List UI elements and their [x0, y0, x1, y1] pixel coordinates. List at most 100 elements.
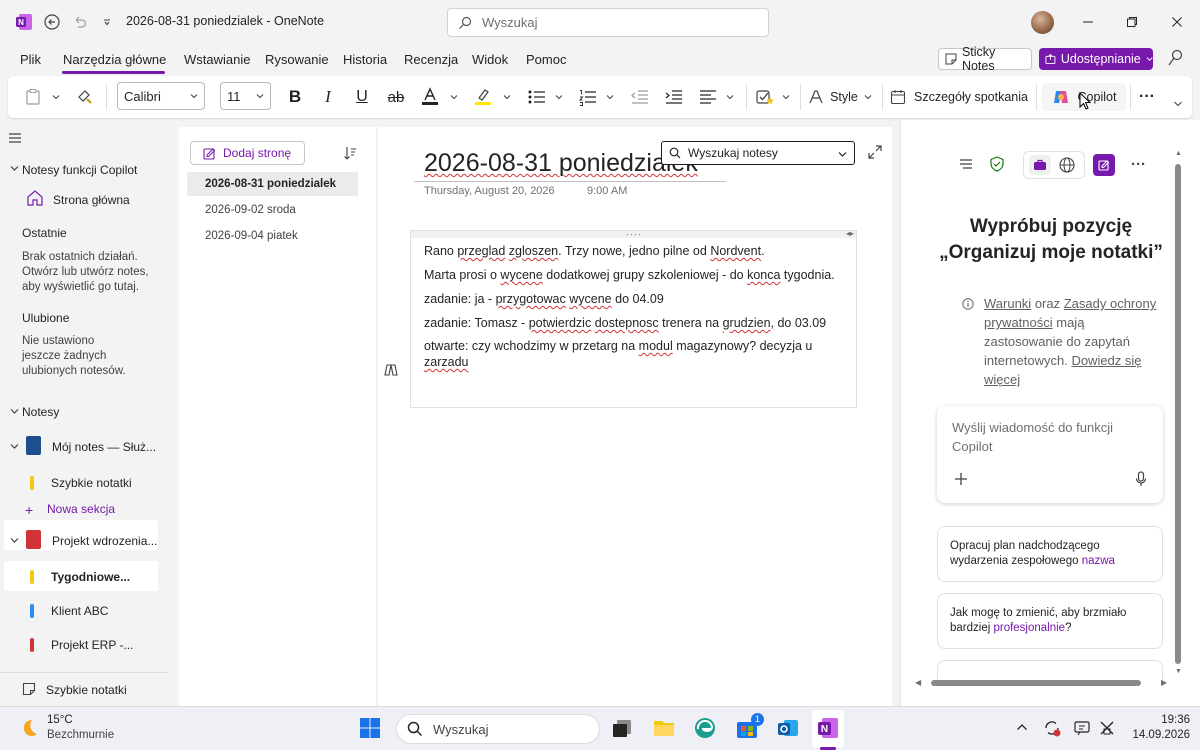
- paste-icon[interactable]: [22, 85, 44, 109]
- resize-handle-icon[interactable]: ◂▸: [846, 229, 854, 238]
- copilot-inline-icon[interactable]: [383, 363, 399, 377]
- list-icon[interactable]: [959, 158, 973, 170]
- menu-view[interactable]: Widok: [472, 52, 508, 67]
- meeting-details-button[interactable]: Szczegóły spotkania: [890, 85, 1030, 109]
- note-line-4[interactable]: zadanie: Tomasz - potwierdzic dostepnosc…: [424, 315, 849, 331]
- notification-bell-icon[interactable]: [1073, 719, 1091, 737]
- bullet-list-icon[interactable]: [525, 85, 549, 109]
- chevron-down-icon[interactable]: [10, 407, 19, 416]
- strikethrough-icon[interactable]: ab: [385, 85, 407, 109]
- page-item[interactable]: 2026-09-02 sroda: [187, 198, 358, 222]
- feedback-icon[interactable]: [1166, 48, 1186, 68]
- file-explorer-icon[interactable]: [652, 716, 678, 742]
- tag-icon[interactable]: [753, 85, 777, 109]
- bottom-quick-notes-link[interactable]: Szybkie notatki: [46, 683, 127, 697]
- increase-indent-icon[interactable]: [662, 85, 686, 109]
- menu-history[interactable]: Historia: [343, 52, 387, 67]
- work-icon[interactable]: [1029, 155, 1051, 175]
- font-color-icon[interactable]: [418, 85, 442, 109]
- format-painter-icon[interactable]: [74, 85, 96, 109]
- chevron-down-icon[interactable]: [10, 164, 19, 173]
- global-search-input[interactable]: Wyszukaj: [447, 8, 769, 37]
- horizontal-scrollbar[interactable]: ◀ ▶: [915, 678, 1171, 688]
- vertical-scrollbar[interactable]: ▲ ▼: [1173, 148, 1182, 688]
- notebook-my-notes[interactable]: Mój notes — Służ...: [52, 440, 156, 454]
- page-item[interactable]: 2026-09-04 piatek: [187, 224, 358, 248]
- globe-icon[interactable]: [1058, 156, 1076, 174]
- scroll-left-icon[interactable]: ◀: [915, 678, 921, 687]
- more-options-button[interactable]: ···: [1136, 85, 1158, 109]
- outlook-icon[interactable]: [776, 716, 802, 742]
- taskbar-date[interactable]: 14.09.2026: [1128, 729, 1190, 741]
- edge-icon[interactable]: [693, 716, 719, 742]
- undo-icon[interactable]: [70, 12, 90, 32]
- menu-review[interactable]: Recenzja: [404, 52, 458, 67]
- plus-icon[interactable]: [954, 472, 968, 486]
- tag-dropdown-icon[interactable]: [780, 85, 792, 109]
- note-line-5[interactable]: otwarte: czy wchodzimy w przetarg na mod…: [424, 338, 849, 370]
- note-container[interactable]: ···· ◂▸ Rano przeglad zgloszen. Trzy now…: [410, 229, 857, 408]
- suggestion-card[interactable]: Jak mogę to zmienić, aby brzmiało bardzi…: [937, 593, 1163, 649]
- onenote-taskbar-icon[interactable]: N: [816, 716, 842, 742]
- new-section-link[interactable]: Nowa sekcja: [47, 502, 115, 516]
- note-container-handle[interactable]: ···· ◂▸: [411, 229, 856, 239]
- quick-access-dropdown-icon[interactable]: [97, 12, 117, 32]
- restore-icon[interactable]: [1122, 12, 1142, 32]
- ribbon-collapse-icon[interactable]: [1170, 92, 1186, 116]
- style-button[interactable]: Style: [808, 85, 872, 109]
- chevron-down-icon[interactable]: [10, 536, 19, 545]
- notebooks-header[interactable]: Notesy: [22, 405, 59, 419]
- italic-icon[interactable]: I: [317, 85, 339, 109]
- menu-help[interactable]: Pomoc: [526, 52, 566, 67]
- taskbar-search[interactable]: Wyszukaj: [396, 714, 600, 744]
- menu-draw[interactable]: Rysowanie: [265, 52, 329, 67]
- expand-icon[interactable]: [868, 145, 882, 159]
- font-family-select[interactable]: Calibri: [117, 82, 205, 110]
- paste-dropdown-icon[interactable]: [50, 85, 62, 109]
- scrollbar-thumb[interactable]: [1175, 164, 1181, 664]
- align-icon[interactable]: [696, 85, 720, 109]
- bullet-dropdown-icon[interactable]: [553, 85, 565, 109]
- section-weekly[interactable]: Tygodniowe...: [51, 570, 130, 584]
- terms-link[interactable]: Warunki: [984, 296, 1031, 311]
- sort-icon[interactable]: [343, 146, 357, 160]
- numbered-list-icon[interactable]: [576, 85, 600, 109]
- windows-start-icon[interactable]: [358, 716, 384, 742]
- bold-icon[interactable]: B: [284, 85, 306, 109]
- chevron-down-icon[interactable]: [10, 442, 19, 451]
- task-view-icon[interactable]: [610, 716, 636, 742]
- menu-file[interactable]: Plik: [20, 52, 41, 67]
- copilot-more-icon[interactable]: ···: [1131, 156, 1146, 173]
- section-erp[interactable]: Projekt ERP -...: [51, 638, 133, 652]
- avatar[interactable]: [1031, 11, 1054, 34]
- drag-handle-icon[interactable]: ····: [626, 229, 642, 239]
- chevron-down-icon[interactable]: [838, 150, 847, 159]
- section-client-abc[interactable]: Klient ABC: [51, 604, 108, 618]
- scrollbar-thumb[interactable]: [931, 680, 1141, 686]
- search-notebooks-input[interactable]: Wyszukaj notesy: [661, 141, 855, 165]
- copilot-notebooks-header[interactable]: Notesy funkcji Copilot: [22, 163, 137, 177]
- align-dropdown-icon[interactable]: [724, 85, 736, 109]
- copilot-message-input[interactable]: Wyślij wiadomość do funkcji Copilot: [937, 406, 1163, 503]
- new-chat-icon[interactable]: [1093, 154, 1115, 176]
- scroll-up-icon[interactable]: ▲: [1175, 150, 1182, 157]
- font-color-dropdown-icon[interactable]: [448, 85, 460, 109]
- home-link[interactable]: Strona główna: [53, 193, 130, 207]
- microphone-icon[interactable]: [1135, 471, 1147, 487]
- close-icon[interactable]: [1167, 12, 1187, 32]
- section-quick-notes[interactable]: Szybkie notatki: [51, 476, 132, 490]
- scroll-right-icon[interactable]: ▶: [1161, 678, 1167, 687]
- page-canvas[interactable]: 2026-08-31 poniedzialek Thursday, August…: [378, 127, 892, 706]
- menu-insert[interactable]: Wstawianie: [184, 52, 250, 67]
- numbered-dropdown-icon[interactable]: [604, 85, 616, 109]
- page-item-selected[interactable]: 2026-08-31 poniedzialek: [187, 172, 358, 196]
- shield-icon[interactable]: [989, 156, 1005, 172]
- taskbar-clock[interactable]: 19:36: [1150, 714, 1190, 726]
- hamburger-menu-icon[interactable]: [8, 132, 22, 144]
- highlight-dropdown-icon[interactable]: [501, 85, 513, 109]
- sync-icon[interactable]: [1043, 719, 1061, 737]
- note-line-2[interactable]: Marta prosi o wycene dodatkowej grupy sz…: [424, 267, 849, 283]
- menu-home[interactable]: Narzędzia główne: [63, 52, 166, 67]
- notebook-project[interactable]: Projekt wdrozenia...: [52, 534, 157, 548]
- network-icon[interactable]: [1099, 720, 1115, 736]
